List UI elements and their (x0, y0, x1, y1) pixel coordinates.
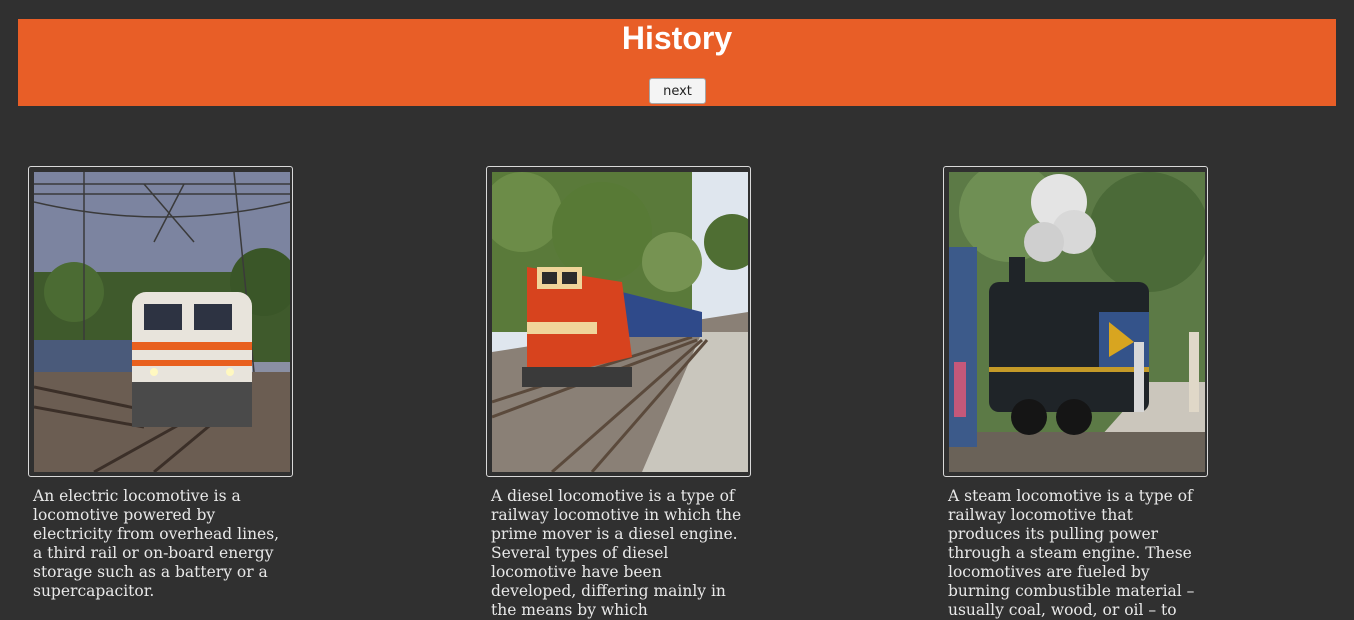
locomotive-card-diesel: A diesel locomotive is a type of railway… (486, 166, 753, 620)
page-title: History (621, 20, 733, 56)
image-frame[interactable] (943, 166, 1208, 477)
electric-locomotive-photo (34, 172, 290, 472)
steam-locomotive-photo (949, 172, 1205, 472)
image-frame[interactable] (28, 166, 293, 477)
diesel-locomotive-photo (492, 172, 748, 472)
card-caption: A steam locomotive is a type of railway … (948, 487, 1195, 619)
card-caption: A diesel locomotive is a type of railway… (491, 487, 742, 619)
next-button[interactable]: next (649, 78, 706, 104)
locomotive-card-electric: An electric locomotive is a locomotive p… (28, 166, 295, 601)
history-header: History next (18, 19, 1336, 106)
image-frame[interactable] (486, 166, 751, 477)
card-caption: An electric locomotive is a locomotive p… (33, 487, 280, 600)
locomotive-card-steam: A steam locomotive is a type of railway … (943, 166, 1210, 620)
